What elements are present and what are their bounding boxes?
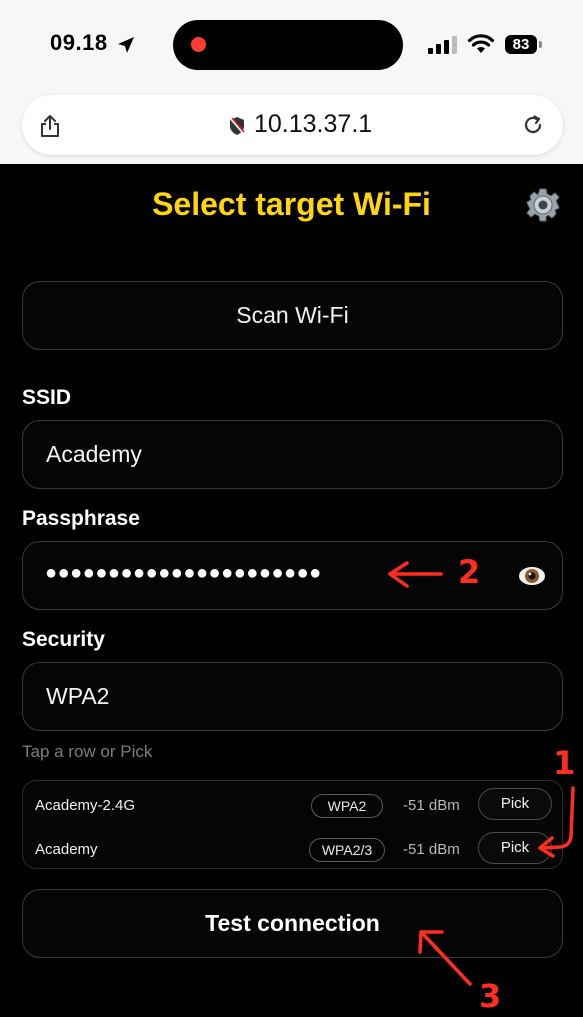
ssid-label: SSID [22,386,72,409]
annotation-number-2: 2 [458,553,481,591]
network-row[interactable]: Academy-2.4G WPA2 -51 dBm Pick [23,788,564,824]
share-icon[interactable] [39,114,61,138]
scan-wifi-button[interactable]: Scan Wi-Fi [22,281,563,350]
security-label: Security [22,628,105,651]
battery-cap [539,41,542,48]
insecure-shield-icon [230,117,245,135]
test-connection-button[interactable]: Test connection [22,889,563,958]
passphrase-label: Passphrase [22,507,140,530]
ssid-value[interactable]: Academy [46,441,142,468]
status-time: 09.18 [50,30,108,55]
passphrase-field[interactable]: ●●●●●●●●●●●●●●●●●●●●●● [22,541,563,610]
annotation-number-1: 1 [553,744,576,782]
security-badge: WPA2/3 [309,838,385,862]
url-text[interactable]: 10.13.37.1 [254,110,372,139]
network-ssid: Academy [35,841,98,858]
network-results-list: Academy-2.4G WPA2 -51 dBm Pick Academy W… [22,780,563,869]
gear-icon[interactable] [526,188,560,222]
signal-strength: -51 dBm [403,797,460,814]
eye-icon[interactable] [517,564,547,588]
cellular-signal-icon [428,36,457,54]
pick-button[interactable]: Pick [478,788,552,820]
page-title: Select target Wi-Fi [152,186,431,222]
dynamic-island [173,20,403,70]
ios-top-chrome: 09.18 83 10.13.37.1 [0,0,583,164]
network-ssid: Academy-2.4G [35,797,136,814]
pick-button[interactable]: Pick [478,832,552,864]
battery-indicator: 83 [505,35,537,54]
ssid-field[interactable]: Academy [22,420,563,489]
signal-strength: -51 dBm [403,841,460,858]
security-field[interactable]: WPA2 [22,662,563,731]
security-badge: WPA2 [311,794,383,818]
annotation-number-3: 3 [479,977,502,1015]
location-arrow-icon [118,37,134,53]
network-row[interactable]: Academy WPA2/3 -51 dBm Pick [23,832,564,868]
reload-icon[interactable] [522,114,544,136]
recording-dot-icon [191,37,206,52]
address-bar[interactable]: 10.13.37.1 [22,95,563,155]
passphrase-masked-value[interactable]: ●●●●●●●●●●●●●●●●●●●●●● [45,562,322,585]
wifi-icon [467,34,495,53]
results-hint: Tap a row or Pick [22,742,153,761]
security-value[interactable]: WPA2 [46,683,109,710]
